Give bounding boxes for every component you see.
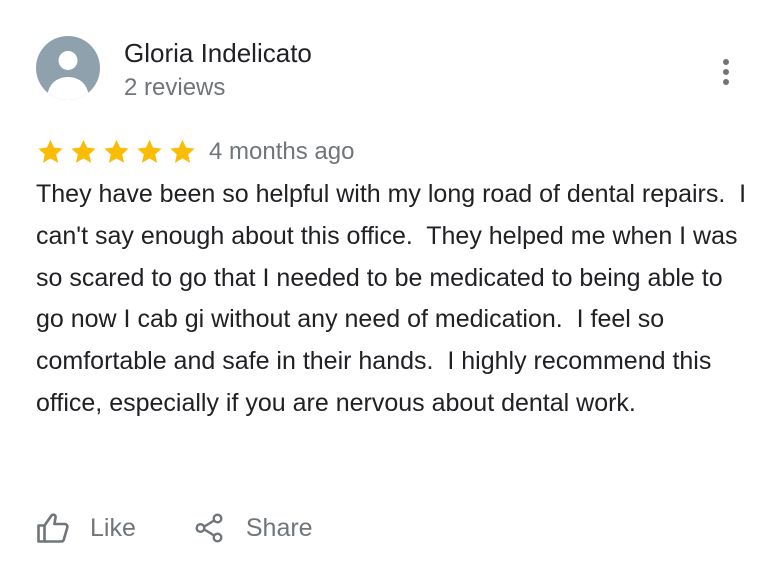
review-actions: Like Share [36,506,313,550]
share-label: Share [245,513,313,542]
like-label: Like [90,513,136,542]
author-review-count: 2 reviews [124,74,226,101]
more-vert-icon-dot [723,59,729,65]
avatar[interactable] [36,36,100,100]
more-options-button[interactable] [708,52,744,92]
thumb-up-icon [37,513,69,543]
star-icon [38,139,63,163]
like-button[interactable]: Like [36,512,136,544]
review-date: 4 months ago [209,138,355,165]
share-icon [195,513,223,543]
star-icon [137,139,162,163]
rating-row: 4 months ago [36,134,354,170]
person-avatar-icon [47,51,89,100]
more-vert-icon-dot [723,69,729,75]
star-rating [36,138,197,166]
more-vert-icon-dot [723,79,729,85]
share-button[interactable]: Share [194,512,313,544]
star-icon [104,139,129,163]
star-icon [71,139,96,163]
author-name[interactable]: Gloria Indelicato [124,36,312,70]
review-text: They have been so helpful with my long r… [36,180,754,417]
star-icon [170,139,195,163]
